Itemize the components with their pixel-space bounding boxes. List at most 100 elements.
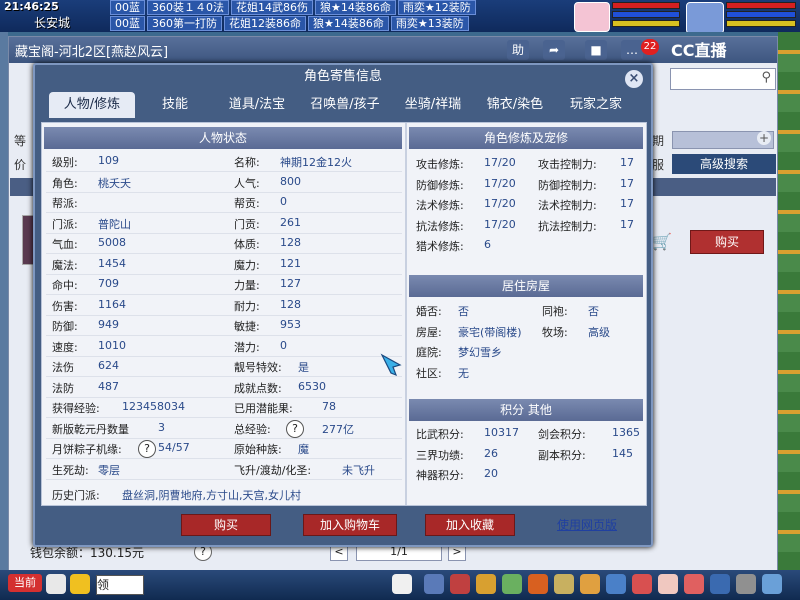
cart-icon[interactable]: 🛒: [652, 232, 674, 251]
status-label: 法伤: [52, 361, 74, 374]
status-label: 已用潜能果:: [234, 402, 293, 415]
event-icon[interactable]: [632, 574, 652, 594]
player-avatar[interactable]: [686, 2, 724, 32]
feed-item: 狼★14装86命: [308, 16, 389, 31]
status-label: 原始种族:: [234, 443, 282, 456]
row-divider: [46, 376, 402, 377]
tab-character[interactable]: 人物/修炼: [49, 92, 135, 118]
info-label: 神器积分:: [416, 469, 464, 482]
info-value: 否: [458, 305, 469, 318]
game-clock: 21:46:25: [4, 0, 59, 13]
store-title-bar[interactable]: 藏宝阁-河北2区[燕赵风云] 助 ➦ ■ … 22 CC直播: [9, 37, 777, 63]
bag-icon[interactable]: [424, 574, 444, 594]
status-value: 128: [280, 297, 301, 311]
status-label: 防御:: [52, 320, 78, 333]
section-header-house: 居住房屋: [409, 275, 643, 297]
history-value: 盘丝洞,阴曹地府,方寸山,天宫,女儿村: [122, 489, 301, 502]
status-value: 800: [280, 174, 301, 188]
mp-bar: [612, 11, 680, 18]
help-button[interactable]: 助: [507, 40, 529, 60]
mail-icon[interactable]: [710, 574, 730, 594]
add-favorite-button[interactable]: 加入收藏: [425, 514, 515, 536]
hp-bar: [726, 2, 796, 9]
status-label: 魔力:: [234, 258, 260, 272]
info-value: 26: [484, 446, 498, 460]
add-cart-button[interactable]: 加入购物车: [303, 514, 397, 536]
skill-icon[interactable]: [606, 574, 626, 594]
status-value: 神期12金12火: [280, 156, 352, 169]
chat-input[interactable]: 领: [96, 575, 144, 595]
emoji-icon[interactable]: [70, 574, 90, 594]
tab-skills[interactable]: 技能: [139, 92, 211, 118]
team-icon[interactable]: [476, 574, 496, 594]
help-icon[interactable]: ?: [286, 419, 304, 438]
status-value: 是: [298, 361, 309, 374]
row-divider: [46, 478, 402, 480]
left-border: [0, 32, 8, 570]
guild-icon[interactable]: [502, 574, 522, 594]
info-value: 无: [458, 366, 469, 380]
pet-tray-icon[interactable]: [392, 574, 412, 594]
right-shortcut-strip[interactable]: [778, 32, 800, 570]
share-icon[interactable]: ➦: [543, 40, 565, 60]
row-divider: [46, 294, 402, 295]
info-label: 法术修炼:: [416, 199, 464, 212]
info-value: 17: [620, 217, 634, 231]
sp-bar: [726, 20, 796, 27]
info-label: 婚否:: [416, 305, 442, 318]
status-label: 法防: [52, 381, 74, 395]
rank-icon[interactable]: [684, 574, 704, 594]
help-icon[interactable]: ?: [138, 440, 156, 458]
hp-bar: [612, 2, 680, 9]
status-value: 零层: [98, 463, 120, 477]
close-button[interactable]: ×: [625, 70, 643, 88]
info-label: 比武积分:: [416, 428, 464, 441]
web-version-link[interactable]: 使用网页版: [557, 516, 617, 533]
settings-icon[interactable]: [762, 574, 782, 594]
stop-icon[interactable]: ■: [585, 40, 607, 60]
shop-icon[interactable]: [450, 574, 470, 594]
listing-buy-button[interactable]: 购买: [690, 230, 764, 254]
buy-button[interactable]: 购买: [181, 514, 271, 536]
status-label: 获得经验:: [52, 402, 100, 415]
info-label: 法术控制力:: [538, 199, 597, 212]
status-label: 生死劫:: [52, 463, 89, 477]
status-label: 潜力:: [234, 340, 260, 354]
exp-bar: [612, 20, 680, 27]
feed-item: 360装１４0法: [147, 0, 229, 15]
status-label: 力量:: [234, 279, 260, 292]
store-search-input[interactable]: ⚲: [670, 68, 776, 90]
store-title: 藏宝阁-河北2区[燕赵风云]: [15, 45, 169, 60]
current-city: 长安城: [34, 16, 71, 30]
tab-items[interactable]: 道具/法宝: [217, 92, 297, 118]
date-filter-input[interactable]: +: [672, 131, 774, 149]
info-value: 20: [484, 467, 498, 480]
pet-avatar[interactable]: [574, 2, 610, 32]
mp-bar: [726, 11, 796, 18]
chat-icon[interactable]: …: [621, 40, 643, 60]
status-label: 门贡:: [234, 217, 260, 231]
advanced-search-button[interactable]: 高级搜索: [672, 154, 776, 174]
task-icon[interactable]: [528, 574, 548, 594]
map-icon[interactable]: [554, 574, 574, 594]
status-value: 6530: [298, 379, 326, 393]
status-label: 飞升/渡劫/化圣:: [234, 463, 312, 477]
tab-pets[interactable]: 召唤兽/孩子: [301, 92, 389, 118]
feed-item: 00蓝: [110, 16, 145, 31]
system-icon[interactable]: [736, 574, 756, 594]
tab-outfits[interactable]: 锦衣/染色: [477, 92, 553, 118]
status-label: 伤害:: [52, 299, 78, 313]
search-icon[interactable]: ⚲: [761, 70, 771, 85]
add-icon[interactable]: +: [757, 131, 771, 145]
friend-icon[interactable]: [580, 574, 600, 594]
gift-icon[interactable]: [658, 574, 678, 594]
info-label: 三界功绩:: [416, 448, 464, 462]
status-value: 54/57: [158, 441, 190, 454]
tab-home[interactable]: 玩家之家: [557, 92, 635, 118]
mic-icon[interactable]: [46, 574, 66, 594]
info-value: 17: [620, 156, 634, 169]
status-label: 体质:: [234, 238, 260, 251]
tab-mounts[interactable]: 坐骑/祥瑞: [393, 92, 473, 118]
chat-channel-button[interactable]: 当前: [8, 574, 42, 592]
status-value: 709: [98, 277, 119, 290]
